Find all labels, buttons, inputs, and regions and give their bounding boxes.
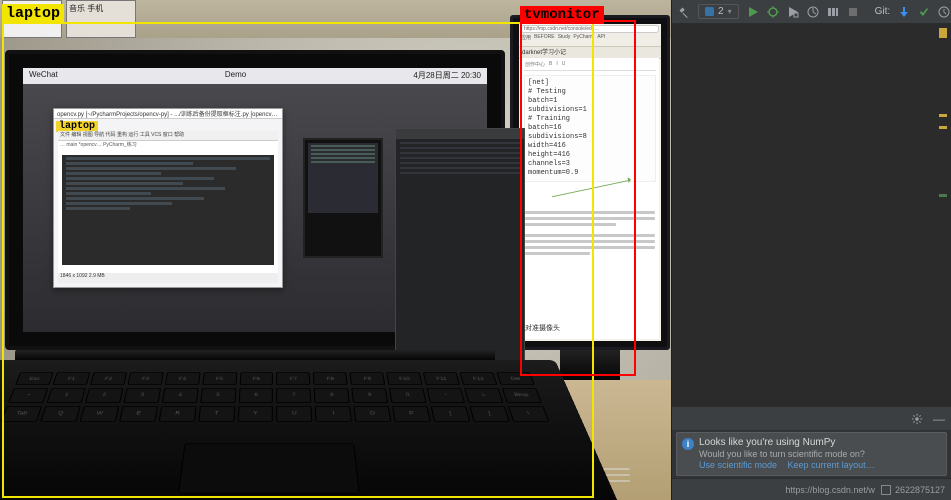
detection-box-tvmonitor: tvmonitor (520, 20, 636, 376)
profile-icon[interactable] (807, 6, 819, 18)
gutter-mark[interactable] (939, 126, 947, 129)
detection-box-laptop: laptop (2, 22, 594, 498)
use-scientific-mode-link[interactable]: Use scientific mode (699, 460, 777, 470)
detection-image-view: 在线订 音乐 手机 https://mp.csdn.net/console/ed… (0, 0, 671, 500)
python-icon (705, 7, 714, 16)
run-coverage-icon[interactable] (787, 6, 799, 18)
inspection-indicator[interactable] (939, 28, 947, 38)
keep-layout-link[interactable]: Keep current layout… (788, 460, 875, 470)
tool-window-header: — (672, 406, 951, 430)
editor-area[interactable] (672, 24, 951, 406)
git-label: Git: (875, 6, 891, 17)
notification-subtitle: Would you like to turn scientific mode o… (699, 449, 938, 459)
build-icon[interactable] (678, 6, 690, 18)
hide-icon[interactable]: — (933, 412, 945, 426)
status-url: https://blog.csdn.net/w (785, 485, 875, 495)
ide-right-panel: 2 ▾ Git: (671, 0, 951, 500)
chevron-down-icon: ▾ (728, 7, 732, 16)
info-icon: i (682, 438, 694, 450)
notification-actions: Use scientific mode Keep current layout… (699, 460, 938, 470)
detection-label-tvmonitor: tvmonitor (520, 6, 604, 24)
status-indicator-icon[interactable] (881, 485, 891, 495)
detection-label-laptop: laptop (2, 4, 64, 23)
vcs-commit-icon[interactable] (918, 6, 930, 18)
numpy-notification: i Looks like you're using NumPy Would yo… (676, 432, 947, 476)
run-config-selector[interactable]: 2 ▾ (698, 4, 739, 19)
run-icon[interactable] (747, 6, 759, 18)
status-number: 2622875127 (895, 485, 945, 495)
debug-icon[interactable] (767, 6, 779, 18)
vcs-update-icon[interactable] (898, 6, 910, 18)
gutter-mark[interactable] (939, 194, 947, 197)
concurrency-icon[interactable] (827, 6, 839, 18)
ide-statusbar: https://blog.csdn.net/w 2622875127 (672, 478, 951, 500)
run-config-name: 2 (718, 6, 724, 17)
ide-toolbar: 2 ▾ Git: (672, 0, 951, 24)
notification-title: Looks like you're using NumPy (699, 437, 938, 448)
stop-icon[interactable] (847, 6, 859, 18)
vcs-history-icon[interactable] (938, 6, 950, 18)
gutter-mark[interactable] (939, 114, 947, 117)
box2-text: 音乐 手机 (69, 4, 103, 13)
gear-icon[interactable] (911, 413, 923, 425)
